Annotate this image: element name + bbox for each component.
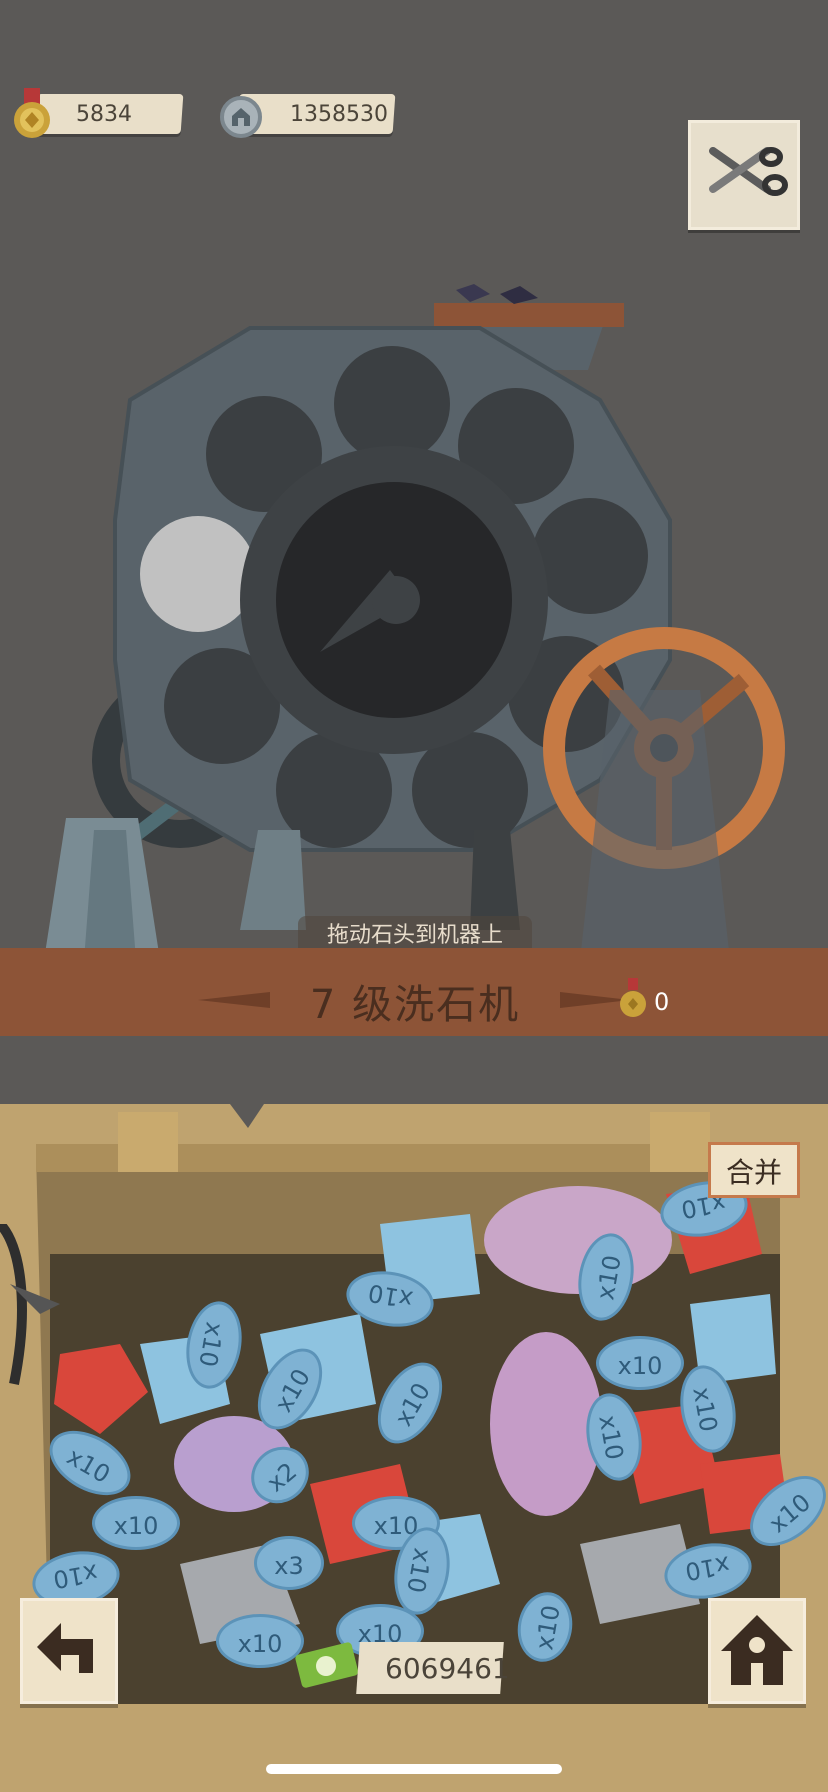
medal-icon <box>10 88 54 144</box>
money-count: 6069461 <box>385 1652 510 1685</box>
home-indicator <box>266 1764 562 1774</box>
gem-count-tag: x10 <box>92 1496 180 1550</box>
home-button[interactable] <box>708 1598 806 1704</box>
gem-count-tag: x10 <box>596 1336 684 1390</box>
medal-count: 5834 <box>76 102 132 127</box>
pickaxe-icon[interactable] <box>0 1220 60 1404</box>
coin-count: 1358530 <box>290 102 388 127</box>
machine-title: 7 级洗石机 <box>309 982 521 1028</box>
reward-medal-icon <box>618 978 648 1020</box>
tools-button[interactable] <box>688 120 800 230</box>
stone-washer-machine[interactable] <box>0 270 828 980</box>
merge-button[interactable]: 合并 <box>708 1142 800 1198</box>
back-button[interactable] <box>20 1598 118 1704</box>
gear-coin-icon <box>220 96 262 138</box>
gem-count-tag: x10 <box>216 1614 304 1668</box>
cash-icon <box>292 1642 362 1690</box>
gem-count-tag: x3 <box>254 1536 324 1590</box>
back-arrow-icon <box>37 1623 93 1673</box>
reward-count: 0 <box>654 988 670 1016</box>
house-icon <box>721 1615 793 1685</box>
scissors-icon <box>709 147 788 196</box>
